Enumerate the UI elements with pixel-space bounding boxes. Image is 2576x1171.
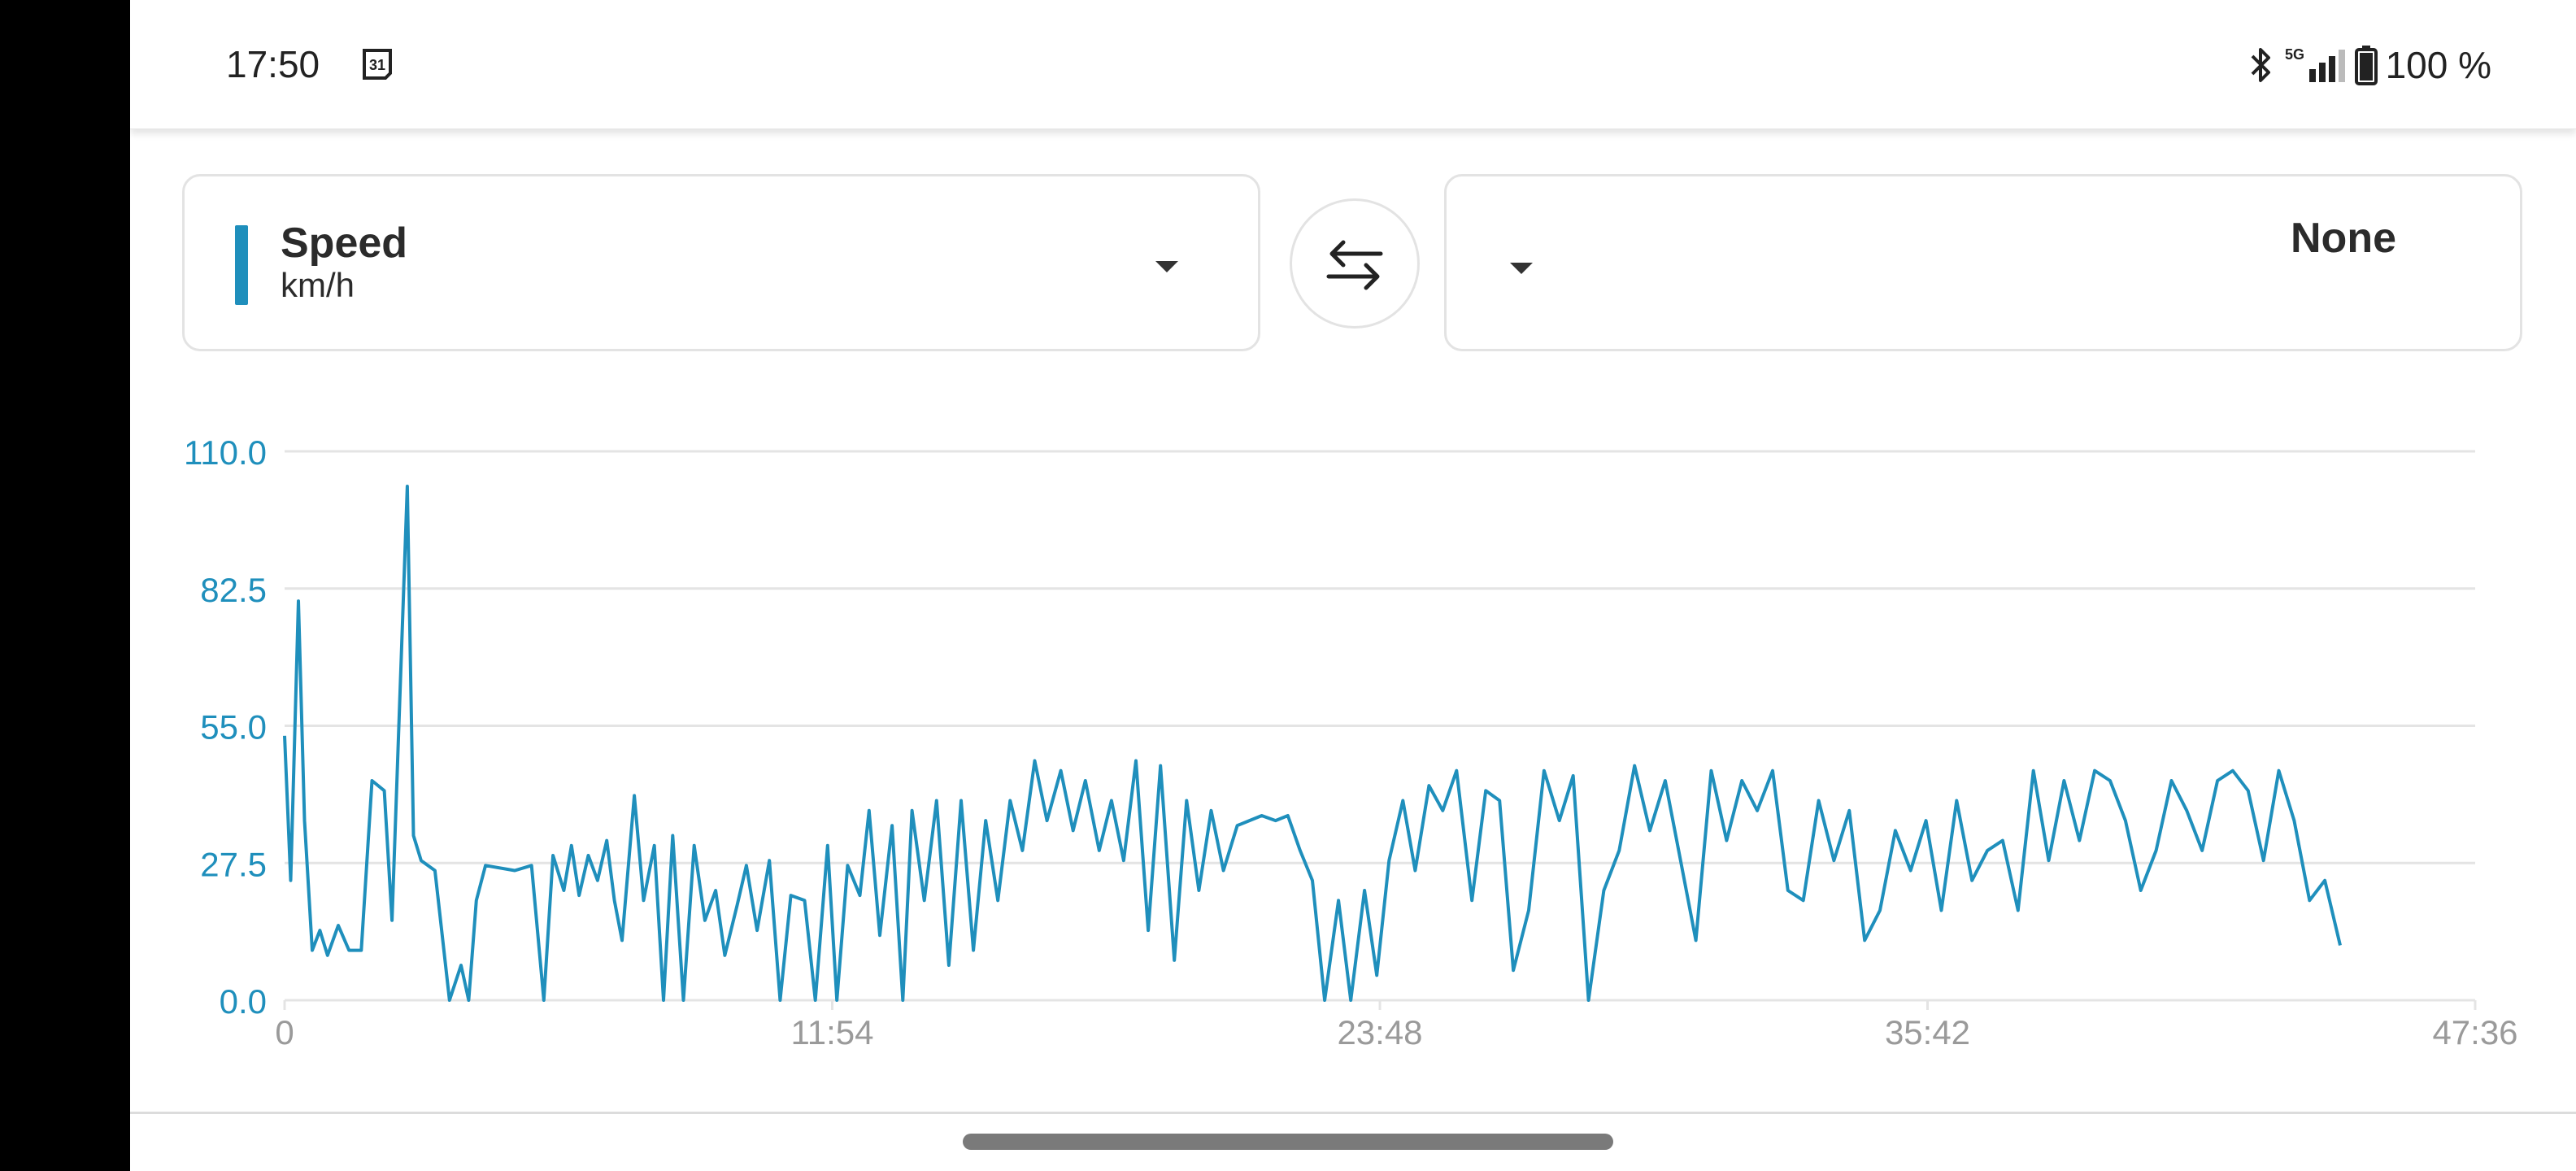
y-tick-label: 0.0 xyxy=(220,982,267,1021)
battery-percentage: 100 % xyxy=(2385,44,2491,86)
swap-arrows-icon xyxy=(1326,240,1383,290)
bottom-divider xyxy=(130,1112,2576,1114)
status-bar: 17:50 31 5G 100 % xyxy=(130,0,2576,129)
x-tick-label: 23:48 xyxy=(1337,1013,1422,1051)
x-tick-label: 35:42 xyxy=(1885,1013,1970,1051)
network-label: 5G xyxy=(2285,46,2304,63)
x-tick-label: 11:54 xyxy=(791,1013,874,1051)
battery-icon xyxy=(2354,46,2378,85)
calendar-icon: 31 xyxy=(363,49,392,80)
y-tick-label: 110.0 xyxy=(184,433,267,472)
app-screen: 17:50 31 5G 100 % Speed km/h None 0.0 27… xyxy=(130,0,2576,1171)
status-time: 17:50 xyxy=(226,43,320,85)
secondary-metric-value: None xyxy=(2291,215,2396,262)
system-icons: 5G 100 % xyxy=(2249,41,2491,89)
x-tick-label: 47:36 xyxy=(2432,1013,2517,1051)
metric-unit: km/h xyxy=(281,266,355,304)
x-tick-label: 0 xyxy=(275,1013,294,1051)
bluetooth-icon xyxy=(2251,48,2270,82)
y-tick-label: 27.5 xyxy=(200,845,267,883)
caret-down-icon[interactable] xyxy=(1510,263,1533,274)
y-tick-label: 55.0 xyxy=(200,708,267,747)
swap-metrics-button[interactable] xyxy=(1290,198,1420,329)
calendar-day: 31 xyxy=(369,57,385,73)
left-black-bar xyxy=(0,0,130,1171)
metric-selector-secondary[interactable]: None xyxy=(1444,174,2522,351)
y-tick-label: 82.5 xyxy=(200,571,267,609)
metric-selector-primary[interactable]: Speed km/h xyxy=(182,174,1260,351)
signal-5g-icon: 5G xyxy=(2285,46,2345,82)
series-color-indicator xyxy=(235,225,248,305)
speed-chart[interactable]: 0.0 27.5 55.0 82.5 110.0 0 11:54 23:48 35:42 47:3… xyxy=(130,390,2576,1090)
gesture-nav-handle[interactable] xyxy=(963,1134,1613,1150)
caret-down-icon[interactable] xyxy=(1155,261,1178,272)
metric-title: Speed xyxy=(281,220,408,267)
speed-series-line xyxy=(283,485,2342,1002)
